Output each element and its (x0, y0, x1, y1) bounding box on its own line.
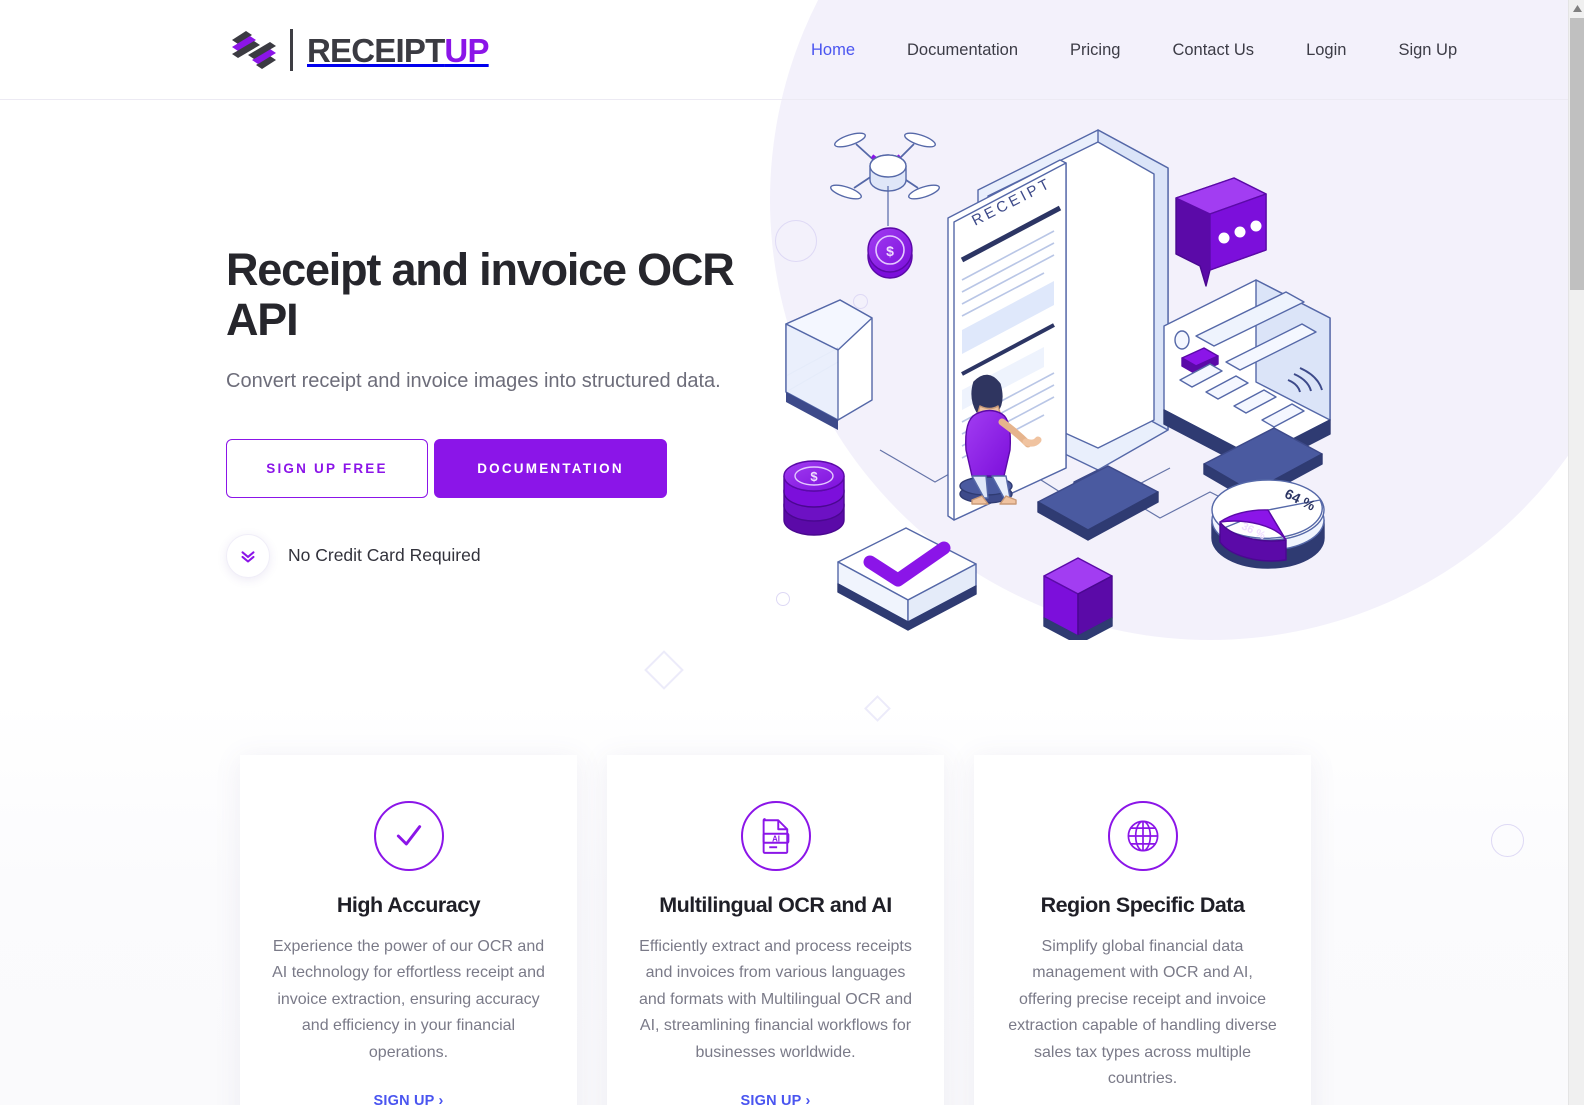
feature-sign-up-link[interactable]: SIGN UP › (740, 1093, 810, 1105)
logo-text-accent: UP (444, 31, 489, 69)
feature-title: Region Specific Data (1040, 893, 1245, 917)
no-credit-card-notice: No Credit Card Required (226, 533, 766, 578)
feature-card-region-specific-data: Region Specific Data Simplify global fin… (974, 755, 1311, 1105)
logo-link[interactable]: RECEIPTUP (226, 24, 489, 76)
site-header: RECEIPTUP Home Documentation Pricing Con… (0, 0, 1568, 100)
nav-item-contact-us[interactable]: Contact Us (1146, 41, 1280, 60)
feature-sign-up-link[interactable]: SIGN UP › (373, 1093, 443, 1105)
main-navigation: Home Documentation Pricing Contact Us Lo… (800, 0, 1483, 100)
double-chevron-down-icon (226, 533, 270, 578)
feature-title: Multilingual OCR and AI (659, 893, 892, 917)
nav-item-sign-up[interactable]: Sign Up (1372, 41, 1483, 60)
page-root: RECEIPTUP Home Documentation Pricing Con… (0, 0, 1568, 1105)
feature-body: Experience the power of our OCR and AI t… (272, 938, 545, 1061)
vertical-scrollbar[interactable] (1568, 0, 1584, 1105)
svg-text:AI: AI (772, 835, 780, 844)
nav-item-login[interactable]: Login (1280, 41, 1372, 60)
scroll-up-arrow-icon[interactable] (1569, 0, 1584, 17)
logo-wordmark: RECEIPTUP (307, 34, 489, 67)
feature-card-multilingual-ocr-and-ai: AI Multilingual OCR and AI Efficiently e… (607, 755, 944, 1105)
feature-card-high-accuracy: High Accuracy Experience the power of ou… (240, 755, 577, 1105)
nav-item-pricing[interactable]: Pricing (1044, 41, 1146, 60)
nav-item-documentation[interactable]: Documentation (881, 41, 1044, 60)
svg-text:$: $ (810, 469, 818, 484)
feature-title: High Accuracy (336, 893, 481, 917)
feature-body: Simplify global financial data managemen… (1008, 938, 1277, 1087)
svg-text:$: $ (886, 243, 894, 259)
features-section: High Accuracy Experience the power of ou… (240, 755, 1312, 1105)
globe-icon (1107, 801, 1178, 871)
documentation-button[interactable]: DOCUMENTATION (434, 438, 667, 498)
logo-text-dark: RECEIPT (307, 31, 445, 69)
nav-item-home[interactable]: Home (800, 41, 881, 60)
sign-up-free-button[interactable]: SIGN UP FREE (226, 438, 428, 498)
logo-divider (290, 29, 293, 71)
feature-body: Efficiently extract and process receipts… (638, 938, 912, 1061)
check-circle-icon (373, 801, 444, 871)
hero-subtitle: Convert receipt and invoice images into … (226, 369, 721, 392)
hero-title: Receipt and invoice OCR API (226, 244, 735, 346)
no-credit-card-label: No Credit Card Required (288, 545, 481, 566)
hero-illustration: $ RECEIPT 64 % 36 % $ (760, 120, 1360, 640)
scrollbar-thumb[interactable] (1570, 18, 1584, 290)
hero-section: Receipt and invoice OCR API Convert rece… (0, 100, 1568, 740)
hero-copy: Receipt and invoice OCR API Convert rece… (226, 244, 766, 578)
receiptup-hexagon-logo-icon (226, 24, 282, 76)
decorative-circle-right (1491, 824, 1524, 857)
hero-button-group: SIGN UP FREE DOCUMENTATION (226, 438, 766, 498)
ai-document-icon: AI (740, 801, 811, 871)
